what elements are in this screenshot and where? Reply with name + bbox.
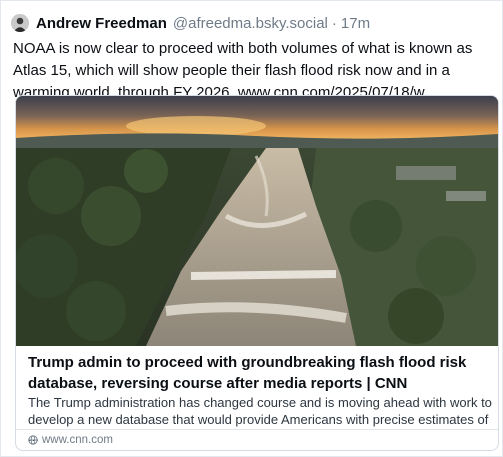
avatar[interactable]: [11, 14, 29, 32]
link-card[interactable]: Trump admin to proceed with groundbreaki…: [15, 95, 499, 451]
globe-icon: [28, 435, 38, 445]
post-header: Andrew Freedman @afreedma.bsky.social · …: [11, 11, 492, 35]
link-card-domain: www.cnn.com: [28, 434, 113, 446]
link-card-title[interactable]: Trump admin to proceed with groundbreaki…: [28, 352, 494, 394]
separator-dot: ·: [331, 14, 337, 32]
link-card-domain-text: www.cnn.com: [42, 434, 113, 446]
author-name[interactable]: Andrew Freedman: [36, 15, 167, 32]
link-card-divider: [16, 429, 498, 430]
author-handle[interactable]: @afreedma.bsky.social: [173, 15, 328, 32]
post-timestamp[interactable]: 17m: [341, 15, 370, 32]
link-card-image[interactable]: [16, 96, 498, 346]
post[interactable]: Andrew Freedman @afreedma.bsky.social · …: [0, 0, 503, 457]
